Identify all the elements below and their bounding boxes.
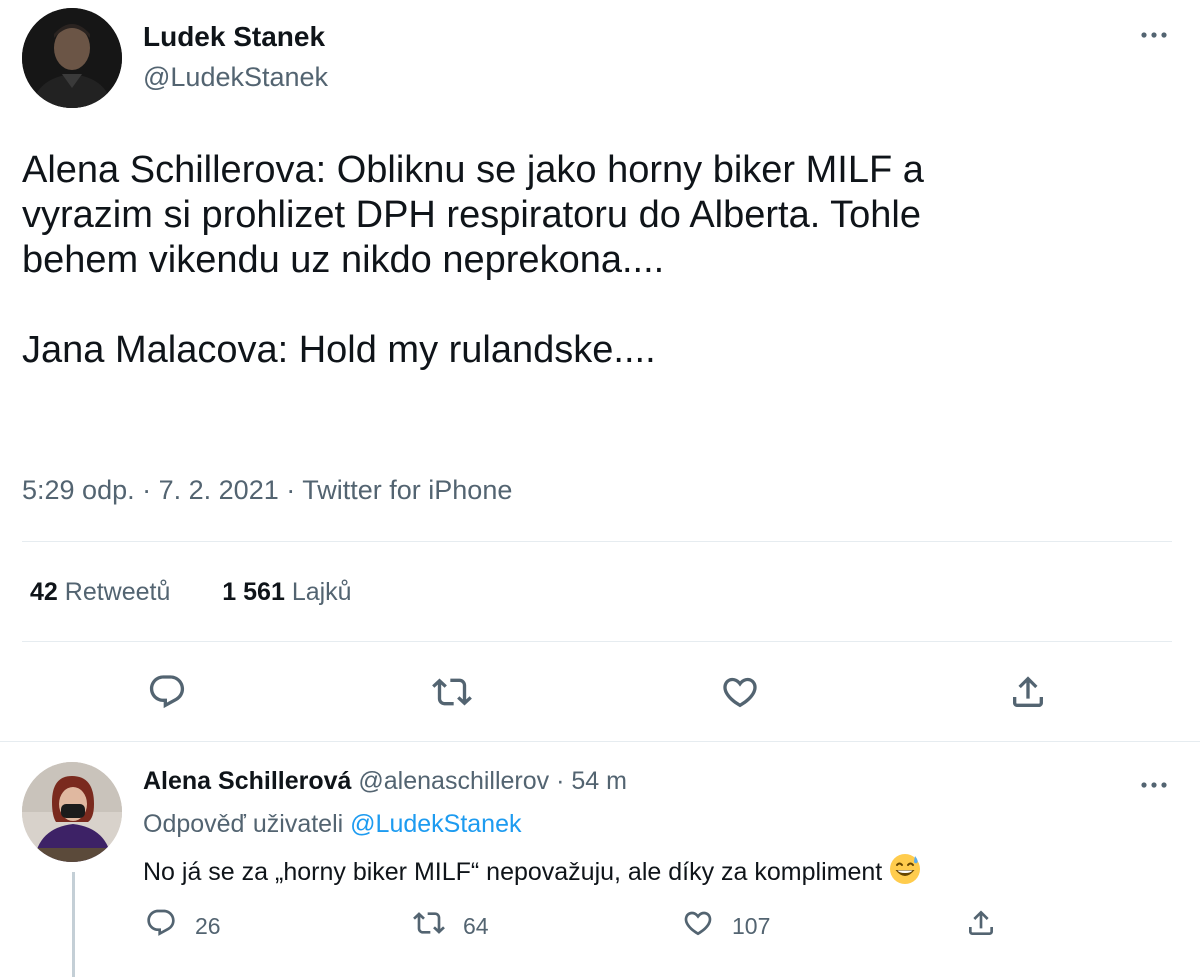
reply-icon[interactable] [147, 672, 187, 712]
meta-separator: · [286, 475, 303, 505]
tweet-time[interactable]: 5:29 odp. [22, 475, 135, 505]
likes-stat[interactable]: 1 561 Lajků [222, 578, 351, 606]
tweet-source[interactable]: Twitter for iPhone [302, 475, 512, 505]
likes-count: 1 561 [222, 578, 285, 606]
tweet-date[interactable]: 7. 2. 2021 [159, 475, 279, 505]
meta-separator: · [142, 475, 159, 505]
like-icon [682, 907, 732, 945]
like-count: 107 [732, 912, 771, 939]
author-avatar[interactable] [22, 8, 122, 108]
grinning-sweat-emoji-icon [888, 852, 922, 886]
replying-to: Odpověď uživateli @LudekStanek [143, 810, 521, 839]
retweet-icon [413, 907, 463, 945]
more-horizontal-icon[interactable] [1136, 770, 1172, 800]
retweets-count: 42 [30, 578, 58, 606]
reply-text: No já se za „horny biker MILF“ nepovažuj… [143, 852, 922, 887]
replying-to-handle[interactable]: @LudekStanek [350, 810, 521, 838]
tweet-text: Alena Schillerova: Obliknu se jako horny… [22, 149, 924, 371]
retweets-stat[interactable]: 42 Retweetů [30, 578, 170, 606]
divider [0, 741, 1200, 742]
likes-label: Lajků [291, 578, 352, 606]
retweet-icon[interactable] [432, 672, 472, 712]
reply-age[interactable]: 54 m [571, 767, 627, 795]
replying-prefix: Odpověď uživateli [143, 810, 344, 838]
divider [22, 641, 1172, 642]
reply-author-name[interactable]: Alena Schillerová [143, 767, 351, 795]
retweets-label: Retweetů [64, 578, 171, 606]
reply-count: 26 [195, 912, 221, 939]
reply-author-avatar[interactable] [22, 762, 122, 862]
more-horizontal-icon[interactable] [1136, 20, 1172, 50]
author-handle[interactable]: @LudekStanek [143, 62, 328, 93]
reply-header: Alena Schillerová @alenaschillerov · 54 … [143, 767, 627, 796]
reply-reply-button[interactable]: 26 [145, 908, 221, 944]
meta-separator: · [556, 767, 572, 795]
tweet-meta: 5:29 odp. · 7. 2. 2021 · Twitter for iPh… [22, 475, 512, 506]
share-icon [965, 907, 1015, 945]
reply-like-button[interactable]: 107 [682, 908, 770, 944]
reply-icon [145, 907, 195, 945]
reply-share-button[interactable] [965, 908, 1015, 944]
author-name[interactable]: Ludek Stanek [143, 21, 325, 53]
like-icon[interactable] [720, 672, 760, 712]
thread-line [72, 872, 75, 977]
retweet-count: 64 [463, 912, 489, 939]
divider [22, 541, 1172, 542]
reply-author-handle[interactable]: @alenaschillerov [358, 767, 549, 795]
reply-retweet-button[interactable]: 64 [413, 908, 489, 944]
share-icon[interactable] [1008, 672, 1048, 712]
tweet-stats: 42 Retweetů 1 561 Lajků [30, 578, 352, 607]
reply-text-content: No já se za „horny biker MILF“ nepovažuj… [143, 858, 883, 886]
